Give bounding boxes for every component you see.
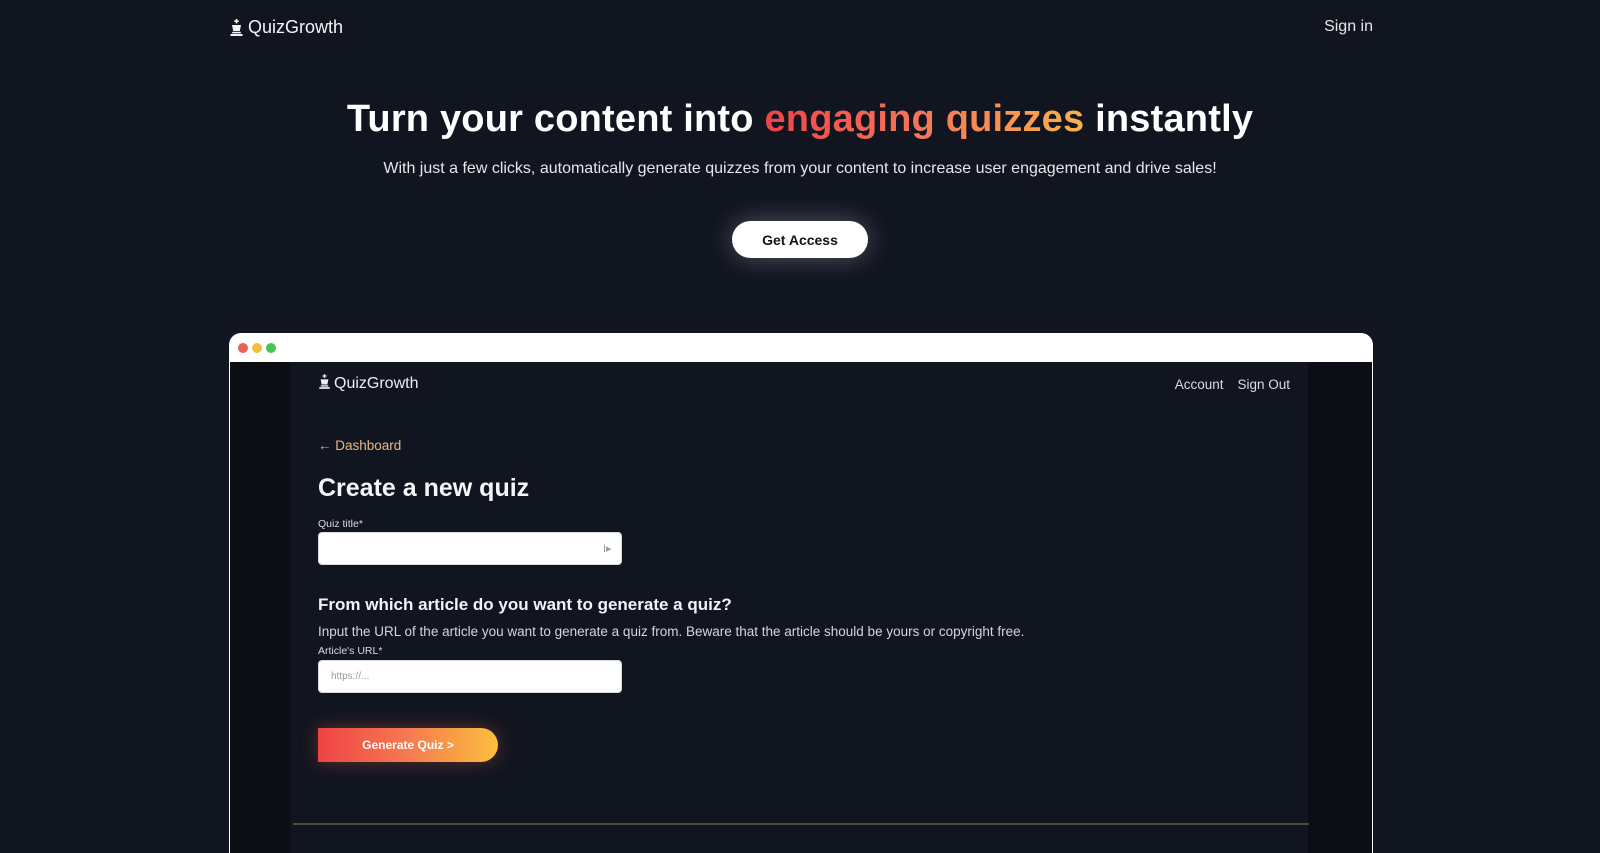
app-preview-window: QuizGrowth Account Sign Out ← Dashboard … — [229, 333, 1373, 853]
account-link[interactable]: Account — [1175, 377, 1224, 392]
quiz-title-input[interactable] — [318, 532, 622, 565]
preview-brand-logo[interactable]: QuizGrowth — [318, 374, 418, 394]
brand-name: QuizGrowth — [248, 16, 344, 37]
brand-logo[interactable]: QuizGrowth — [229, 17, 343, 38]
preview-nav: QuizGrowth Account Sign Out — [318, 374, 1290, 394]
window-minimize-dot — [252, 342, 262, 353]
text-cursor-icon: I▸ — [603, 543, 612, 555]
article-section-description: Input the URL of the article you want to… — [318, 624, 1025, 639]
window-maximize-dot — [266, 342, 276, 353]
article-section-title: From which article do you want to genera… — [318, 595, 732, 614]
generate-quiz-button[interactable]: Generate Quiz > — [318, 728, 498, 762]
preview-nav-links: Account Sign Out — [1175, 377, 1290, 392]
page-title: Create a new quiz — [318, 474, 530, 502]
preview-brand-name: QuizGrowth — [334, 375, 419, 392]
sign-out-link[interactable]: Sign Out — [1237, 377, 1290, 392]
hero-title-part1: Turn your content into — [346, 98, 765, 140]
hero-title-part2: instantly — [1084, 98, 1254, 140]
chess-king-icon — [229, 18, 244, 36]
hero-title: Turn your content into engaging quizzes … — [0, 98, 1600, 141]
hero-subtitle: With just a few clicks, automatically ge… — [383, 160, 1217, 177]
quiz-title-label: Quiz title* — [318, 518, 363, 530]
hero-title-highlight: engaging quizzes — [764, 98, 1085, 140]
preview-content: QuizGrowth Account Sign Out ← Dashboard … — [290, 362, 1309, 853]
divider — [293, 823, 1309, 825]
article-url-input[interactable] — [318, 660, 622, 693]
window-close-dot — [238, 342, 248, 353]
window-titlebar — [229, 333, 1373, 362]
get-access-button[interactable]: Get Access — [732, 221, 868, 258]
sign-in-link[interactable]: Sign in — [1324, 18, 1373, 36]
back-to-dashboard-link[interactable]: ← Dashboard — [318, 438, 401, 453]
chess-king-icon — [318, 374, 331, 394]
article-url-label: Article's URL* — [318, 645, 383, 657]
top-nav: QuizGrowth Sign in — [229, 14, 1373, 40]
preview-screen: QuizGrowth Account Sign Out ← Dashboard … — [230, 362, 1372, 853]
